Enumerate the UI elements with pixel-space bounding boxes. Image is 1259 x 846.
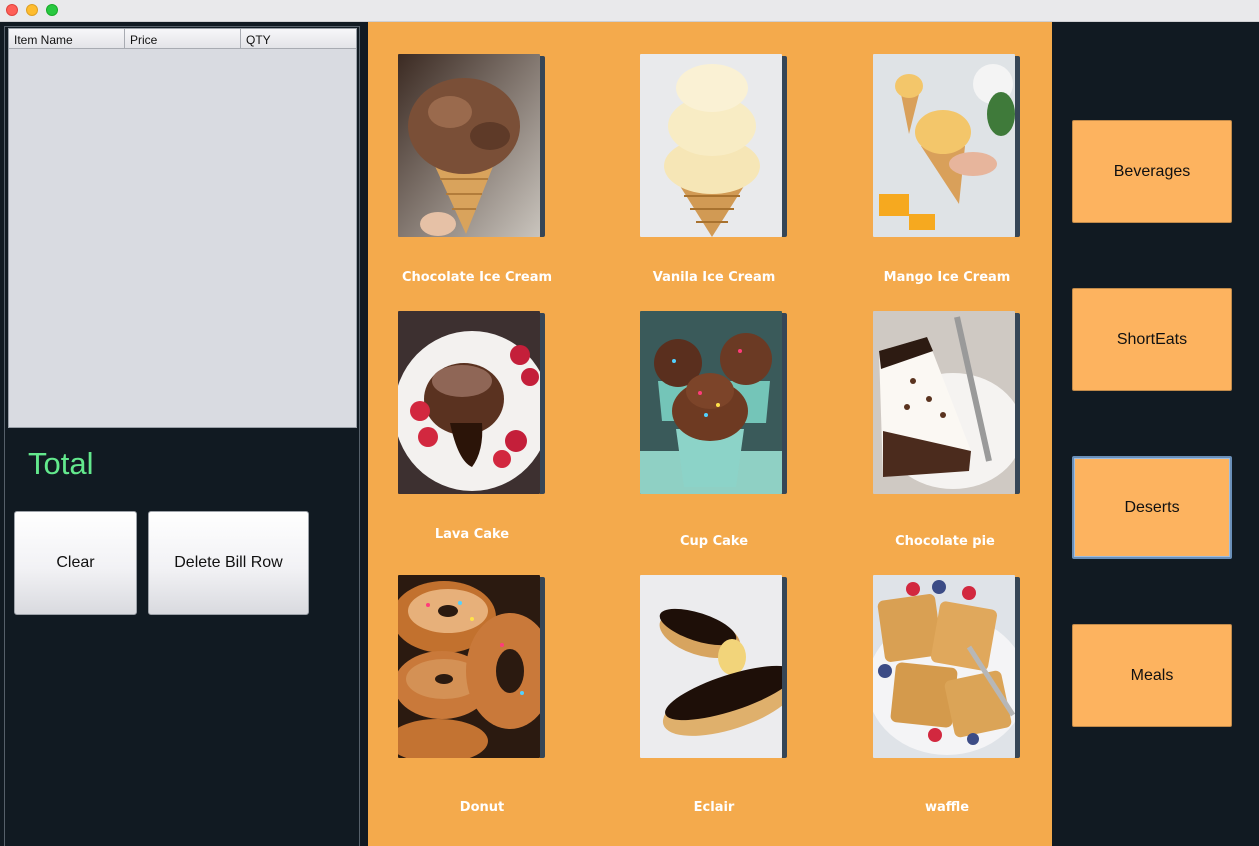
- item-button-edge: [540, 313, 545, 494]
- menu-item-chocolate-pie[interactable]: [873, 311, 1023, 497]
- menu-item-label: Chocolate Ice Cream: [401, 270, 553, 285]
- menu-item-eclair[interactable]: [640, 575, 790, 761]
- eclair-image: [640, 575, 782, 758]
- item-button-edge: [782, 56, 787, 237]
- item-button-edge: [540, 56, 545, 237]
- mango-ice-cream-image: [873, 54, 1015, 237]
- item-button-edge: [782, 577, 787, 758]
- delete-bill-row-button[interactable]: Delete Bill Row: [148, 511, 309, 615]
- item-button-edge: [1015, 313, 1020, 494]
- close-window-button[interactable]: [6, 4, 18, 16]
- window-titlebar: [0, 0, 1259, 22]
- menu-item-lava-cake[interactable]: [398, 311, 548, 497]
- item-button-edge: [1015, 56, 1020, 237]
- category-button-beverages[interactable]: Beverages: [1072, 120, 1232, 223]
- column-header-qty[interactable]: QTY: [241, 29, 356, 49]
- cupcake-image: [640, 311, 782, 494]
- menu-item-chocolate-ice-cream[interactable]: [398, 54, 548, 240]
- menu-item-label: Chocolate pie: [895, 534, 995, 549]
- menu-item-label: Eclair: [693, 800, 735, 815]
- category-button-shorteats[interactable]: ShortEats: [1072, 288, 1232, 391]
- item-button-edge: [540, 577, 545, 758]
- category-button-meals[interactable]: Meals: [1072, 624, 1232, 727]
- column-header-item-name[interactable]: Item Name: [9, 29, 125, 49]
- category-button-deserts[interactable]: Deserts: [1072, 456, 1232, 559]
- total-label: Total: [28, 446, 94, 481]
- chocolate-pie-image: [873, 311, 1015, 494]
- waffle-image: [873, 575, 1015, 758]
- chocolate-ice-cream-image: [398, 54, 540, 237]
- menu-item-vanilla-ice-cream[interactable]: [640, 54, 790, 240]
- menu-item-label: Mango Ice Cream: [883, 270, 1011, 285]
- menu-item-cup-cake[interactable]: [640, 311, 790, 497]
- menu-item-label: Lava Cake: [434, 527, 510, 542]
- minimize-window-button[interactable]: [26, 4, 38, 16]
- donut-image: [398, 575, 540, 758]
- maximize-window-button[interactable]: [46, 4, 58, 16]
- menu-item-label: Cup Cake: [679, 534, 749, 549]
- menu-item-label: waffle: [924, 800, 970, 815]
- clear-button[interactable]: Clear: [14, 511, 137, 615]
- bill-table[interactable]: Item Name Price QTY: [8, 28, 357, 428]
- bill-table-header: Item Name Price QTY: [9, 29, 356, 49]
- menu-item-mango-ice-cream[interactable]: [873, 54, 1023, 240]
- menu-item-label: Donut: [459, 800, 505, 815]
- lava-cake-image: [398, 311, 540, 494]
- menu-item-waffle[interactable]: [873, 575, 1023, 761]
- column-header-price[interactable]: Price: [125, 29, 241, 49]
- menu-item-donut[interactable]: [398, 575, 548, 761]
- menu-item-label: Vanila Ice Cream: [652, 270, 776, 285]
- vanilla-ice-cream-image: [640, 54, 782, 237]
- item-button-edge: [782, 313, 787, 494]
- item-button-edge: [1015, 577, 1020, 758]
